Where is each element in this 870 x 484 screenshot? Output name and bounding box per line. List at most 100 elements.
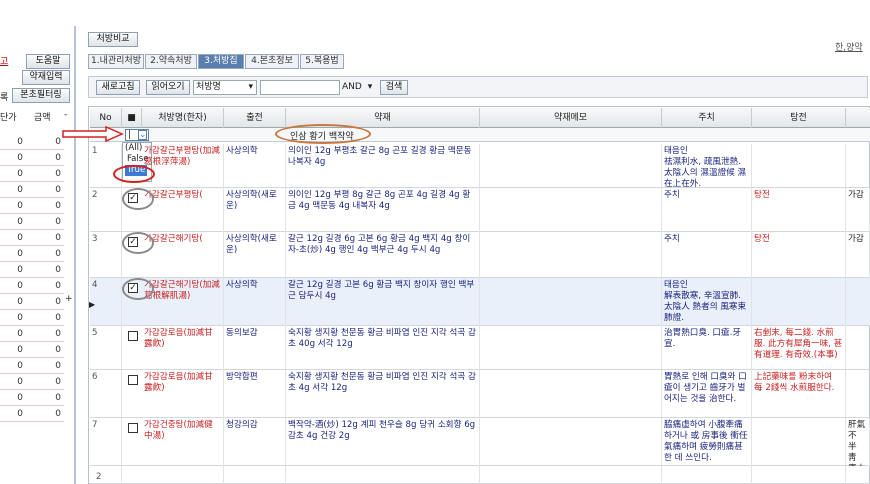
field-select[interactable]: 처방명 ▾ (193, 80, 257, 95)
cell-drugs: 갈근 12g 길경 고본 6g 황금 백지 창이자 행인 백부근 담두시 4g (286, 278, 480, 326)
chevron-down-icon[interactable]: ⌄ (138, 130, 147, 140)
left-amount-cell: 0 (26, 134, 64, 150)
and-select-value: AND (342, 82, 362, 92)
table-row[interactable]: 5 가감감로음(加減甘露飮) 동의보감 숙지황 생지황 천문동 황금 비파엽 인진 지… (90, 326, 870, 370)
left-price-cell: 0 (0, 374, 26, 390)
cell-indication: 治胃熱口臭. 口瘡.牙宣. (662, 326, 752, 370)
left-amount-cell: 0 (26, 326, 64, 342)
header-no[interactable]: No (90, 108, 122, 128)
left-amount-cell: 0 (26, 358, 64, 374)
filter-checkbox-cell[interactable]: | ⌄ (125, 129, 149, 141)
cell-source: 청강의감 (224, 418, 286, 466)
cell-decoction (752, 144, 846, 188)
cell-drugs: 갈근 12g 길경 6g 고본 6g 황금 4g 백지 4g 창이자-초(炒) … (286, 232, 480, 278)
header-name[interactable]: 처방명(한자) (142, 108, 224, 128)
cell-decoction (752, 466, 846, 484)
cell-no (90, 466, 122, 484)
top-right-link[interactable]: 한,양약 (835, 40, 863, 53)
left-amount-cell: 0 (26, 166, 64, 182)
cell-decoction (752, 418, 846, 466)
cell-name: 가감갈근부평탕(加減葛根浮萍湯) (142, 144, 224, 188)
cell-source (224, 466, 286, 484)
left-link[interactable]: 고 (0, 54, 8, 67)
cell-memo (480, 144, 662, 188)
header-memo[interactable]: 약재메모 (480, 108, 662, 128)
cell-extra: 가감 (846, 232, 870, 278)
help-button[interactable]: 도움말 (26, 54, 70, 69)
table-row[interactable]: 7 가감건중탕(加減健中湯) 청강의감 백작약-酒(炒) 12g 계피 천우슬 8g … (90, 418, 870, 466)
group-label: 2 (96, 472, 102, 482)
annotation-ellipse-row4 (122, 278, 154, 300)
left-price-cell: 0 (0, 262, 26, 278)
cell-name: 가감갈근해기탕(加減葛根解肌湯) (142, 278, 224, 326)
left-plus-icon[interactable]: + (65, 294, 73, 304)
cell-decoction: 탕전 (752, 232, 846, 278)
table-row[interactable] (90, 466, 870, 484)
table-row[interactable]: 6 가감감로음(加減甘露飮) 방약합편 숙지황 생지황 천문동 황금 비파엽 인진 지… (90, 370, 870, 418)
left-header-amount: 금액 (34, 113, 51, 123)
refresh-button[interactable]: 새로고침 (96, 80, 140, 95)
cell-memo (480, 326, 662, 370)
row-checkbox[interactable] (128, 331, 138, 341)
search-input[interactable] (260, 80, 340, 95)
table-row[interactable]: 3 가감갈근해기탕(사상의학(새로운) 갈근 12g 길경 6g 고본 6g 황금 … (90, 232, 870, 278)
grid-header: No ■ 처방명(한자) 출전 약재 약재메모 주치 탕전 (90, 108, 870, 128)
row-checkbox[interactable] (128, 375, 138, 385)
tab-3[interactable]: 3.처방집 (198, 54, 244, 69)
cell-drugs: 숙지황 생지황 천문동 황금 비파엽 인진 지각 석곡 감초 4g 서각 12g (286, 370, 480, 418)
left-label-fragment: 록 (0, 93, 9, 103)
load-button[interactable]: 읽어오기 (146, 80, 190, 95)
left-amount-cell: 0 (26, 262, 64, 278)
left-price-cell: 0 (0, 278, 26, 294)
left-price-cell: 0 (0, 246, 26, 262)
left-price-cell: 0 (0, 406, 26, 422)
compare-button[interactable]: 처방비교 (88, 32, 138, 47)
cell-memo (480, 466, 662, 484)
chevron-down-icon: ▾ (248, 82, 253, 92)
table-row[interactable]: 1 가감갈근부평탕(加減葛根浮萍湯) 사상의학 의이인 12g 부평초 갈근 8g 곤… (90, 144, 870, 188)
left-amount-cell: 0 (26, 182, 64, 198)
header-check[interactable]: ■ (122, 108, 142, 128)
cell-no: 2 (90, 188, 122, 232)
table-row[interactable]: 4 가감갈근해기탕(加減葛根解肌湯) 사상의학 갈근 12g 길경 고본 6g 황금 … (90, 278, 870, 326)
cell-name: 가감갈근부평탕( (142, 188, 224, 232)
left-price-cell: 0 (0, 134, 26, 150)
left-amount-cell: 0 (26, 278, 64, 294)
annotation-ellipse-filter (275, 124, 371, 144)
cell-no: 5 (90, 326, 122, 370)
header-source[interactable]: 출전 (224, 108, 286, 128)
tab-1[interactable]: 1.내관리처방 (88, 54, 144, 69)
cell-decoction: 탕전 (752, 188, 846, 232)
left-price-cell: 0 (0, 294, 26, 310)
cell-no: 7 (90, 418, 122, 466)
cell-decoction: 上記藥味를 粉末하여 每 2錢씩 水煎服한다. (752, 370, 846, 418)
cell-extra: 肝氣不 半 靑 唐木鉤 地黃二 (846, 418, 870, 466)
tab-4[interactable]: 4.본초정보 (245, 54, 299, 69)
cell-no: 1 (90, 144, 122, 188)
table-row[interactable]: 2 가감갈근부평탕(사상의학(새로운) 의이인 12g 부평 8g 갈근 8g 곤포… (90, 188, 870, 232)
left-amount-cell: 0 (26, 214, 64, 230)
cell-decoction: 右剉末, 每二錢. 水煎服. 此方有犀角一味, 甚有道理. 有奇效.(本事) (752, 326, 846, 370)
search-button[interactable]: 검색 (380, 80, 408, 95)
left-price-cell: 0 (0, 166, 26, 182)
left-amount-cell: 0 (26, 230, 64, 246)
row-checkbox[interactable] (128, 423, 138, 433)
top-bar (0, 0, 870, 26)
and-select[interactable]: AND ▾ (342, 80, 378, 95)
left-header-price: 단가 (0, 113, 17, 123)
cell-indication: 胃熱로 인해 口臭와 口瘡이 생기고 齒牙가 벌어지는 것을 治한다. (662, 370, 752, 418)
header-indication[interactable]: 주치 (662, 108, 752, 128)
header-decoction[interactable]: 탕전 (752, 108, 846, 128)
cell-drugs: 백작약-酒(炒) 12g 계피 천우슬 8g 당귀 소회향 6g 감초 4g 건… (286, 418, 480, 466)
filter-button[interactable]: 본초필터링 (12, 88, 70, 103)
drug-input-button[interactable]: 약재입력 (22, 70, 70, 85)
cell-name: 가감감로음(加減甘露飮) (142, 326, 224, 370)
cell-memo (480, 418, 662, 466)
cell-name: 가감갈근해기탕( (142, 232, 224, 278)
tab-5[interactable]: 5.복용법 (300, 54, 344, 69)
left-amount-cell: 0 (26, 310, 64, 326)
left-amount-cell: 0 (26, 390, 64, 406)
cell-source: 동의보감 (224, 326, 286, 370)
tab-2[interactable]: 2.약속처방 (145, 54, 197, 69)
left-price-cell: 0 (0, 230, 26, 246)
